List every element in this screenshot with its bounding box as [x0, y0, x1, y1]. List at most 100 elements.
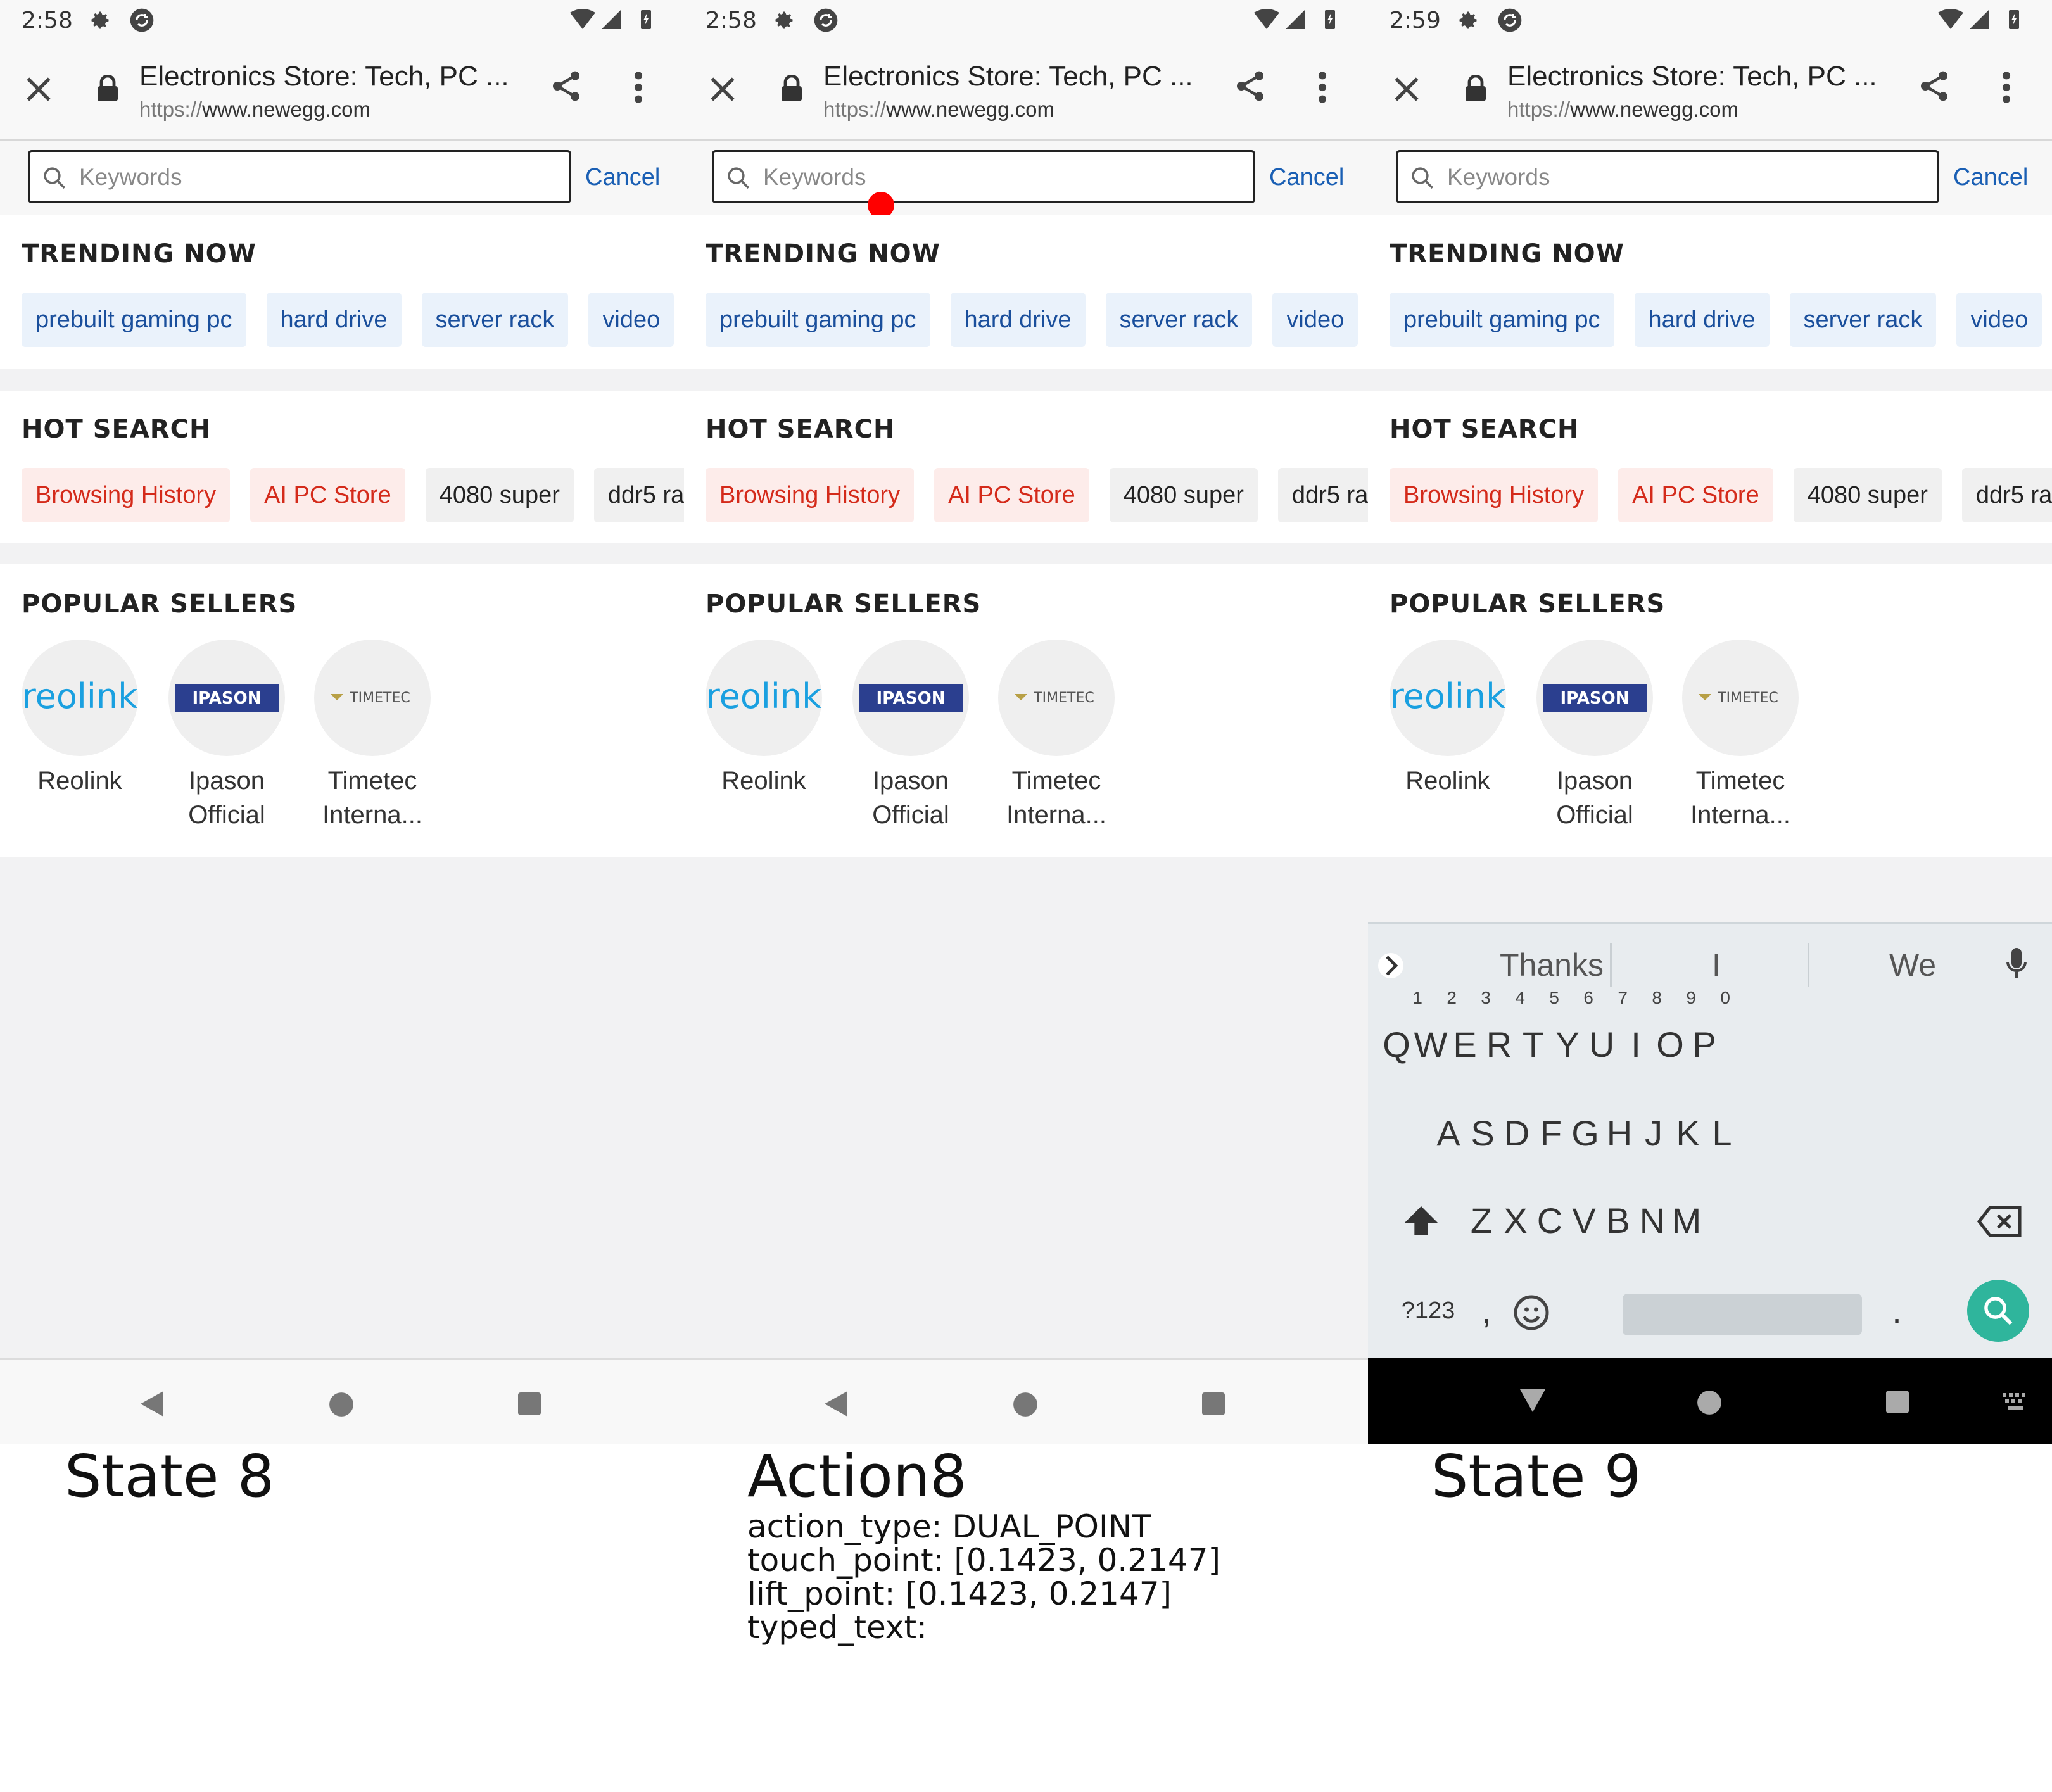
trending-chip[interactable]: server rack [421, 293, 569, 347]
close-icon[interactable] [23, 73, 54, 105]
home-icon[interactable] [1012, 1391, 1039, 1418]
seller-reolink[interactable]: reolink Reolink [706, 640, 822, 798]
timetec-logo-text: TIMETEC [1717, 690, 1778, 706]
shift-icon[interactable] [1401, 1201, 1441, 1242]
seller-reolink[interactable]: reolink Reolink [1390, 640, 1506, 798]
suggestion-item[interactable]: We [1818, 924, 2008, 1006]
trending-title: TRENDING NOW [22, 239, 256, 268]
trending-chip[interactable]: prebuilt gaming pc [706, 293, 930, 347]
period-key[interactable]: . [1881, 1276, 1913, 1346]
section-divider [0, 543, 684, 564]
browser-url-bar: Electronics Store: Tech, PC ... https://… [1368, 42, 2052, 141]
hot-chip[interactable]: ddr5 ra [593, 468, 684, 522]
page-title: Electronics Store: Tech, PC ... [139, 61, 509, 92]
seller-timetec[interactable]: TIMETEC Timetec Interna... [998, 640, 1115, 832]
trending-chips: prebuilt gaming pc hard drive server rack v… [22, 293, 684, 347]
trending-chip[interactable]: hard drive [950, 293, 1086, 347]
search-box[interactable] [1396, 150, 1939, 203]
popular-sellers-title: POPULAR SELLERS [1390, 590, 1666, 619]
soft-keyboard: Thanks I We Q1 W2 E3 R4 T5 Y6 U7 I8 O9 P… [1368, 922, 2052, 1360]
hot-chip[interactable]: ddr5 ra [1277, 468, 1368, 522]
trending-chip[interactable]: hard drive [1634, 293, 1770, 347]
trending-chip[interactable]: server rack [1789, 293, 1937, 347]
status-bar: 2:59 [1368, 0, 2052, 42]
share-icon[interactable] [1232, 67, 1268, 105]
hot-chip[interactable]: Browsing History [706, 468, 915, 522]
back-icon[interactable] [138, 1389, 166, 1419]
microphone-icon[interactable] [2005, 947, 2028, 982]
hot-chip[interactable]: 4080 super [1109, 468, 1258, 522]
seller-ipason[interactable]: IPASON Ipason Official [1536, 640, 1653, 832]
backspace-icon[interactable] [1976, 1204, 2023, 1239]
seller-timetec[interactable]: TIMETEC Timetec Interna... [1682, 640, 1799, 832]
cancel-button[interactable]: Cancel [1269, 164, 1344, 191]
hot-chip[interactable]: Browsing History [1390, 468, 1599, 522]
seller-timetec[interactable]: TIMETEC Timetec Interna... [314, 640, 431, 832]
trending-chip[interactable]: hard drive [266, 293, 402, 347]
home-icon[interactable] [1696, 1389, 1723, 1416]
hot-chip[interactable]: 4080 super [1793, 468, 1942, 522]
expand-suggestions-icon[interactable] [1378, 947, 1403, 985]
trending-chip[interactable]: video [588, 293, 674, 347]
search-box[interactable] [712, 150, 1255, 203]
space-bar[interactable] [1623, 1294, 1862, 1335]
search-input[interactable] [762, 161, 1246, 194]
browser-url-bar: Electronics Store: Tech, PC ... https://… [684, 42, 1368, 141]
hot-chip[interactable]: AI PC Store [934, 468, 1089, 522]
search-row: Cancel [0, 141, 684, 215]
trending-chip[interactable]: prebuilt gaming pc [22, 293, 246, 347]
seller-logo: TIMETEC [998, 640, 1115, 756]
share-icon[interactable] [1916, 67, 1952, 105]
close-icon[interactable] [707, 73, 738, 105]
more-menu-icon[interactable] [2001, 70, 2011, 105]
signal-battery-icons [570, 9, 651, 29]
hot-chip[interactable]: AI PC Store [250, 468, 405, 522]
recents-icon[interactable] [1201, 1391, 1226, 1417]
trending-chip[interactable]: video [1272, 293, 1358, 347]
page-url: https://www.newegg.com [1507, 98, 1739, 121]
more-menu-icon[interactable] [633, 70, 643, 105]
hot-chip[interactable]: 4080 super [425, 468, 574, 522]
seller-ipason[interactable]: IPASON Ipason Official [852, 640, 969, 832]
home-icon[interactable] [328, 1391, 355, 1418]
recents-icon[interactable] [1885, 1389, 1910, 1415]
search-input[interactable] [78, 161, 562, 194]
trending-chip[interactable]: prebuilt gaming pc [1390, 293, 1614, 347]
seller-logo: IPASON [168, 640, 285, 756]
close-icon[interactable] [1391, 73, 1422, 105]
keyboard-switch-icon[interactable] [2001, 1392, 2030, 1411]
hot-chip[interactable]: AI PC Store [1618, 468, 1773, 522]
trending-chip[interactable]: video [1956, 293, 2042, 347]
seller-logo: TIMETEC [1682, 640, 1799, 756]
search-icon [44, 167, 65, 189]
status-bar: 2:58 [0, 0, 684, 42]
hide-keyboard-icon[interactable] [1517, 1387, 1548, 1415]
hot-chip[interactable]: ddr5 ra [1961, 468, 2052, 522]
suggestion-item[interactable]: I [1621, 924, 1811, 1006]
seller-ipason[interactable]: IPASON Ipason Official [168, 640, 285, 832]
comma-key[interactable]: , [1471, 1276, 1502, 1346]
trending-chip[interactable]: server rack [1105, 293, 1253, 347]
ipason-logo-text: IPASON [1560, 689, 1629, 708]
cancel-button[interactable]: Cancel [585, 164, 660, 191]
recents-icon[interactable] [517, 1391, 542, 1417]
keyboard-search-key[interactable] [1967, 1280, 2029, 1342]
search-input[interactable] [1446, 161, 1930, 194]
hot-chip[interactable]: Browsing History [22, 468, 231, 522]
more-menu-icon[interactable] [1317, 70, 1327, 105]
key-l[interactable]: L [1694, 1099, 1751, 1168]
seller-logo: TIMETEC [314, 640, 431, 756]
back-icon[interactable] [822, 1389, 850, 1419]
status-time: 2:58 [706, 8, 757, 34]
search-box[interactable] [28, 150, 571, 203]
cancel-button[interactable]: Cancel [1953, 164, 2028, 191]
symbols-key[interactable]: ?123 [1393, 1276, 1463, 1346]
share-icon[interactable] [548, 67, 584, 105]
emoji-icon[interactable] [1512, 1294, 1550, 1332]
signal-battery-icons [1938, 9, 2019, 29]
key-p[interactable]: P0 [1676, 988, 1733, 1080]
ipason-logo-text: IPASON [876, 689, 945, 708]
seller-reolink[interactable]: reolink Reolink [22, 640, 138, 798]
hot-search-chips: Browsing History AI PC Store 4080 super ddr… [22, 468, 684, 522]
key-m[interactable]: M [1658, 1186, 1715, 1256]
